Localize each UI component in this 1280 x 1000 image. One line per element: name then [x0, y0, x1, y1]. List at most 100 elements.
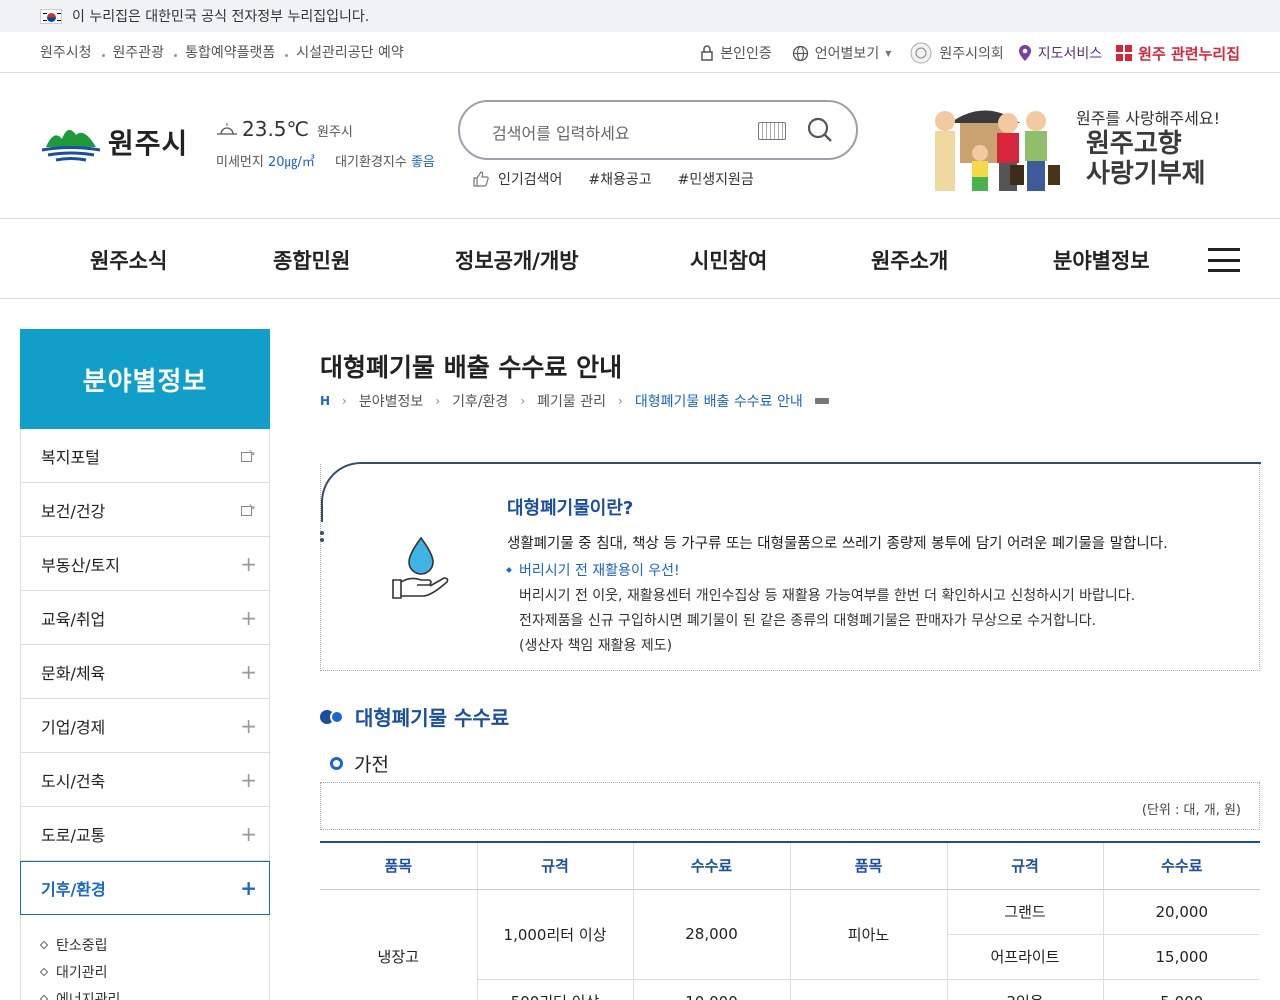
search-box[interactable]: 검색어를 입력하세요: [458, 100, 858, 160]
plus-icon: +: [240, 605, 257, 630]
external-link-icon: [241, 448, 257, 462]
table-header: 수수료: [1102, 841, 1260, 890]
info-subtitle: 버리시기 전 재활용이 우선!: [507, 560, 680, 580]
main-navigation: 원주소식 종합민원 정보공개/개방 시민참여 원주소개 분야별정보: [0, 219, 1280, 299]
gov-banner: 이 누리집은 대한민국 공식 전자정부 누리집입니다.: [0, 0, 1280, 32]
table-header: 품목: [320, 841, 477, 890]
submenu-item[interactable]: 대기관리: [41, 958, 269, 985]
breadcrumb-item[interactable]: 분야별정보: [359, 391, 423, 411]
breadcrumb-item[interactable]: 폐기물 관리: [537, 391, 606, 411]
table-cell: 피아노: [789, 889, 947, 980]
page-title: 대형폐기물 배출 수수료 안내: [320, 353, 623, 382]
chevron-right-icon: ›: [520, 394, 526, 408]
gnb-item-civil[interactable]: 종합민원: [273, 245, 350, 275]
sidebar-item-urban[interactable]: 도시/건축 +: [20, 753, 270, 807]
council-link[interactable]: 원주시의회: [909, 41, 1004, 65]
table-cell: 1,000리터 이상: [476, 889, 633, 980]
breadcrumb-item[interactable]: 기후/환경: [452, 391, 508, 411]
menu-icon[interactable]: [1208, 248, 1240, 272]
dust-label: 미세먼지: [216, 155, 264, 170]
map-pin-icon: [1018, 45, 1031, 61]
popular-tag[interactable]: #채용공고: [588, 169, 651, 189]
gnb-item-news[interactable]: 원주소식: [90, 245, 167, 275]
site-logo[interactable]: 원주시: [40, 119, 188, 165]
sidebar-submenu: 탄소중립 대기관리 에너지관리: [20, 915, 270, 1000]
language-dropdown[interactable]: 언어별보기 ▼: [792, 43, 891, 63]
submenu-item[interactable]: 탄소중립: [41, 931, 269, 958]
weather-widget: 23.5℃ 원주시 미세먼지 20㎍/㎥ 대기환경지수 좋음: [216, 117, 435, 170]
submenu-item[interactable]: 에너지관리: [41, 985, 269, 1000]
search-input[interactable]: 검색어를 입력하세요: [492, 120, 630, 144]
sidebar-item-economy[interactable]: 기업/경제 +: [20, 699, 270, 753]
sidebar-title: 분야별정보: [20, 329, 270, 429]
promo-line1: 원주를 사랑해주세요!: [1076, 109, 1220, 128]
table-cell: 10,000: [632, 979, 790, 1000]
home-icon[interactable]: H: [320, 394, 330, 408]
table-cell: 어프라이트: [946, 934, 1103, 980]
table-cell: 500리터 이상: [476, 979, 633, 1000]
gnb-item-info[interactable]: 정보공개/개방: [455, 245, 579, 275]
map-service-link[interactable]: 지도서비스: [1018, 43, 1102, 63]
council-emblem-icon: [910, 42, 932, 64]
util-link-cityhall[interactable]: 원주시청: [40, 42, 92, 62]
search-icon[interactable]: [806, 116, 834, 144]
related-sites-link[interactable]: 원주 관련누리집: [1116, 43, 1240, 64]
table-cell: 5,000: [1102, 979, 1260, 1000]
section-heading: 대형폐기물 수수료: [320, 702, 509, 731]
logo-text: 원주시: [108, 127, 189, 160]
weather-location: 원주시: [317, 125, 353, 140]
hometown-donation-banner[interactable]: 원주를 사랑해주세요! 원주고향 사랑기부제: [900, 93, 1240, 203]
sidebar-item-traffic[interactable]: 도로/교통 +: [20, 807, 270, 861]
ring-bullet-icon: [330, 757, 343, 770]
chevron-right-icon: ›: [342, 394, 347, 408]
grid-icon: [1116, 45, 1133, 61]
table-header: 규격: [946, 841, 1103, 890]
popular-label: 인기검색어: [498, 172, 563, 188]
fee-table: 품목 규격 수수료 품목 규격 수수료 냉장고 1,000리터 이상 28,00…: [320, 841, 1260, 1000]
sidebar-item-health[interactable]: 보건/건강: [20, 483, 270, 537]
chevron-right-icon: ›: [618, 394, 623, 408]
util-links: 원주시청 원주관광 통합예약플랫폼 시설관리공단 예약: [40, 42, 404, 62]
table-cell: 20,000: [1102, 889, 1260, 935]
table-header: 규격: [476, 841, 633, 890]
table-cell: 3인용: [946, 979, 1103, 1000]
sidebar-item-environment[interactable]: 기후/환경 +: [20, 861, 270, 915]
site-header: 원주시 23.5℃ 원주시 미세먼지 20㎍/㎥ 대기환경지수 좋음 검색어를 …: [0, 73, 1280, 219]
plus-icon: +: [240, 713, 257, 738]
water-drop-hand-icon: [392, 536, 449, 599]
breadcrumb: H › 분야별정보 › 기후/환경 › 폐기물 관리 › 대형폐기물 배출 수수…: [320, 391, 829, 411]
decor-dots: [320, 531, 324, 545]
gnb-item-citizen[interactable]: 시민참여: [690, 245, 767, 275]
table-row: 냉장고 1,000리터 이상 28,000 피아노 그랜드 20,000: [320, 889, 1260, 1000]
utility-bar: 원주시청 원주관광 통합예약플랫폼 시설관리공단 예약 본인인증 언어별보기 ▼…: [0, 32, 1280, 73]
gov-banner-text: 이 누리집은 대한민국 공식 전자정부 누리집입니다.: [72, 9, 370, 25]
gnb-item-fields[interactable]: 분야별정보: [1053, 245, 1150, 275]
virtual-keyboard-icon[interactable]: [758, 122, 786, 140]
popular-tag[interactable]: #민생지원금: [678, 169, 754, 189]
plus-icon: +: [240, 551, 257, 576]
sidebar-item-education[interactable]: 교육/취업 +: [20, 591, 270, 645]
table-cell: 15,000: [1102, 934, 1260, 980]
print-icon[interactable]: [814, 395, 829, 409]
gnb-item-about[interactable]: 원주소개: [871, 245, 948, 275]
info-title: 대형폐기물이란?: [507, 498, 634, 519]
external-link-icon: [241, 502, 257, 516]
promo-line3: 사랑기부제: [1086, 159, 1206, 189]
family-illustration: [935, 110, 1060, 191]
util-link-tour[interactable]: 원주관광: [113, 42, 165, 62]
plus-icon: +: [240, 821, 257, 846]
util-link-reservation[interactable]: 통합예약플랫폼: [185, 42, 275, 62]
info-line: 버리시기 전 이웃, 재활용센터 개인수집상 등 재활용 가능여부를 한번 더 …: [519, 588, 1136, 604]
sidebar-item-realestate[interactable]: 부동산/토지 +: [20, 537, 270, 591]
info-line: 전자제품을 신규 구입하시면 폐기물이 된 같은 종류의 대형폐기물은 판매자가…: [519, 613, 1097, 629]
util-link-facility[interactable]: 시설관리공단 예약: [296, 42, 404, 62]
popular-searches: 인기검색어 #채용공고 #민생지원금: [472, 169, 754, 189]
plus-icon: +: [240, 767, 257, 792]
auth-link[interactable]: 본인인증: [700, 43, 772, 63]
air-value: 좋음: [410, 155, 435, 170]
sidebar-item-culture[interactable]: 문화/체육 +: [20, 645, 270, 699]
korea-flag-icon: [40, 8, 62, 24]
table-header: 수수료: [632, 841, 790, 890]
sidebar-item-welfare[interactable]: 복지포털: [20, 429, 270, 483]
table-cell: [789, 979, 947, 1000]
